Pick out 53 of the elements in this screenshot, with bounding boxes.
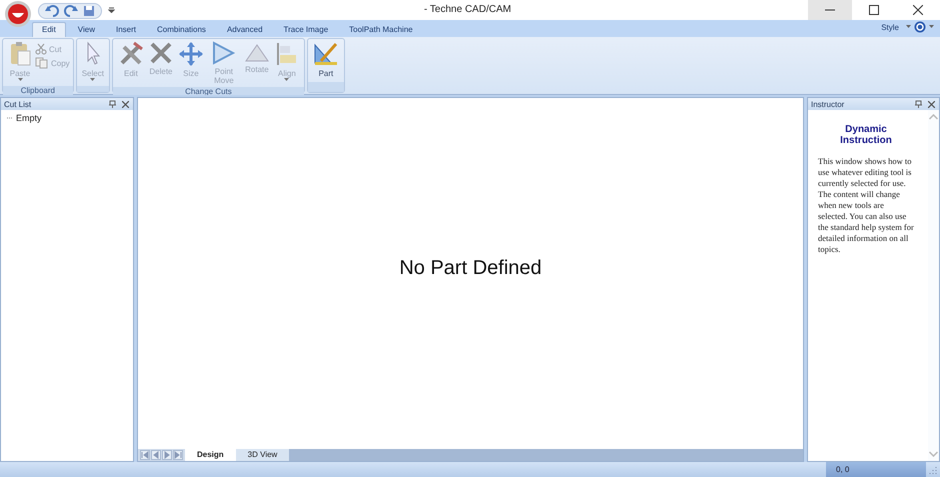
pane-title: Instructor (811, 100, 846, 108)
close-icon[interactable] (122, 100, 129, 108)
ribbon-tab[interactable]: Insert (107, 23, 146, 37)
pin-icon[interactable] (109, 100, 116, 108)
style-menu[interactable]: Style (881, 22, 899, 32)
tree-item[interactable]: Empty (16, 113, 42, 123)
window-title: - Techne CAD/CAM (424, 3, 512, 15)
group-footer (308, 82, 344, 92)
coordinates-text: 0, 0 (836, 465, 850, 474)
align-icon (274, 41, 299, 67)
undo-icon[interactable] (45, 5, 59, 17)
ribbon-tab[interactable]: Advanced (218, 23, 272, 37)
ribbon-tab[interactable]: ToolPath Machine (340, 23, 422, 37)
group-label: Clipboard (3, 86, 73, 96)
previous-sheet-button[interactable] (151, 450, 161, 460)
last-icon (174, 451, 182, 459)
resize-grip-icon (929, 466, 937, 474)
ribbon-tab[interactable]: Combinations (148, 23, 215, 37)
instruction-text: This window shows how to use whatever editing tool is currently selected for use. The content will change when new tools are selected. You can also use the standard help system for detailed information on all topics. (818, 156, 914, 255)
sheet-tab[interactable]: Design (185, 449, 236, 461)
close-icon (913, 5, 923, 15)
close-icon[interactable] (928, 100, 935, 108)
sheet-tab[interactable]: 3D View (236, 449, 290, 461)
copy-icon (35, 57, 49, 69)
caret-icon (906, 25, 911, 29)
x-icon (148, 41, 173, 65)
first-icon (141, 451, 149, 459)
ribbon-tab[interactable]: Trace Image (274, 23, 338, 37)
customize-caret-icon[interactable] (108, 7, 115, 13)
ribbon-button[interactable]: Part (310, 41, 341, 80)
drafting-icon (312, 41, 339, 67)
last-sheet-button[interactable] (173, 450, 183, 460)
first-sheet-button[interactable] (140, 450, 150, 460)
ribbon-tab[interactable]: Edit (32, 22, 66, 37)
right-arrow-icon (163, 451, 171, 459)
triangle-icon (210, 41, 237, 65)
help-icon[interactable] (914, 21, 926, 33)
save-icon[interactable] (83, 5, 95, 17)
tree-line-icon (7, 117, 13, 119)
redo-icon[interactable] (64, 5, 78, 17)
left-arrow-icon (152, 451, 160, 459)
caret-icon (929, 25, 934, 29)
pin-icon[interactable] (915, 100, 922, 108)
maximize-icon (869, 5, 879, 15)
move-arrows-icon (178, 41, 204, 67)
next-sheet-button[interactable] (162, 450, 172, 460)
ribbon-tab[interactable]: View (68, 23, 104, 37)
canvas-message: No Part Defined (399, 257, 542, 280)
clipboard-icon (8, 41, 32, 67)
group-footer (76, 86, 109, 92)
scissors-icon (35, 43, 47, 55)
pane-title: Cut List (4, 100, 32, 108)
instruction-heading: Dynamic Instruction (839, 124, 893, 146)
